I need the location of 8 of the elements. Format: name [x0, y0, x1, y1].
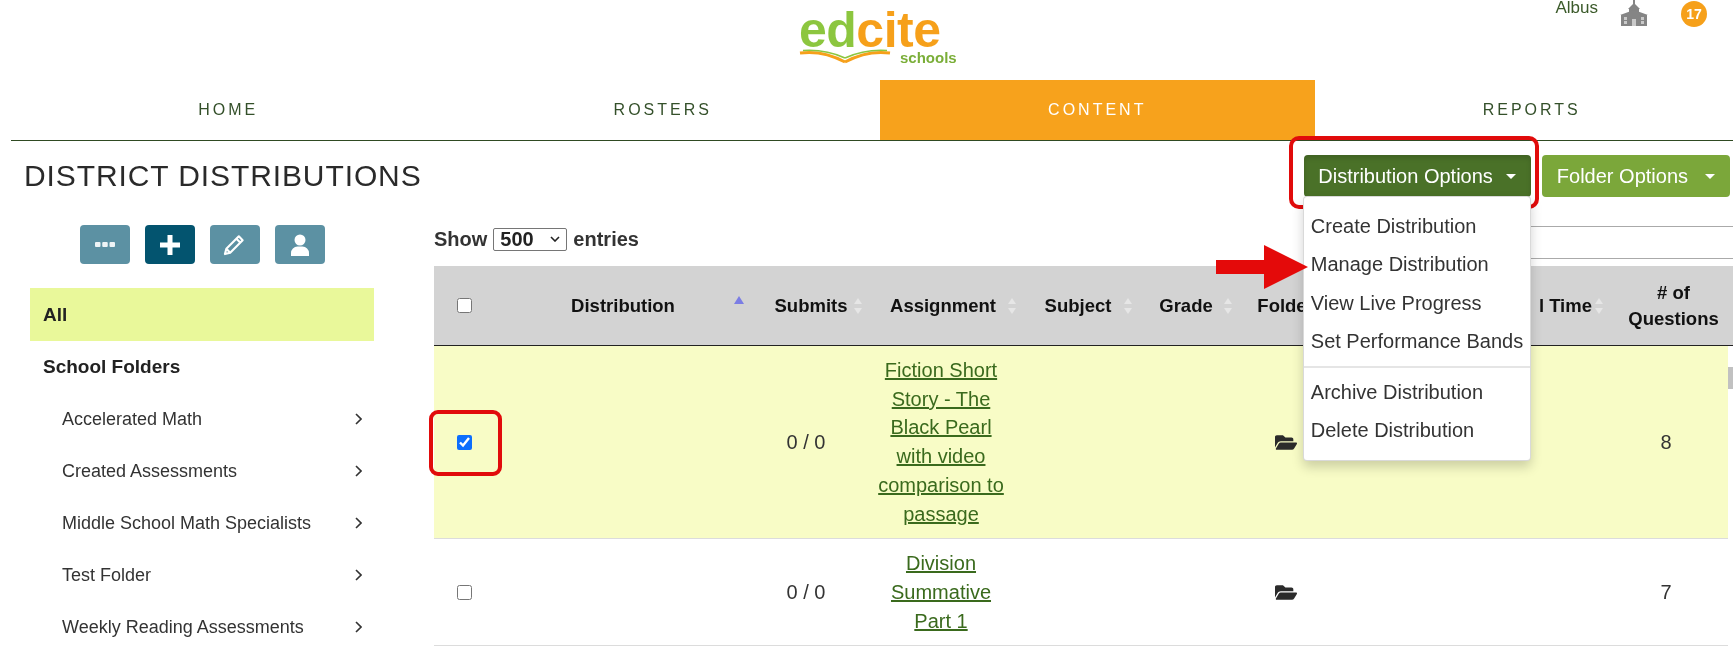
show-label: Show	[434, 227, 488, 251]
page-title: DISTRICT DISTRIBUTIONS	[24, 159, 422, 193]
entries-label: entries	[573, 227, 639, 251]
table-cell: 7	[1660, 580, 1672, 604]
sidebar-heading: School Folders	[42, 355, 182, 379]
table-cell: 8	[1660, 430, 1672, 454]
table-cell: 0 / 0	[786, 580, 826, 604]
table-cell: 0 / 0	[786, 430, 826, 454]
